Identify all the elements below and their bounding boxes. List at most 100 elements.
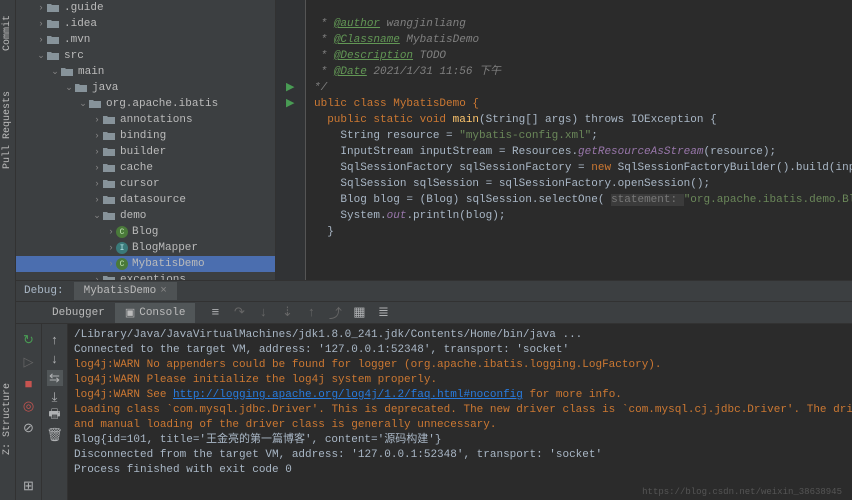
tree-item[interactable]: ›C MybatisDemo — [16, 256, 275, 272]
calc-icon[interactable]: ▦ — [351, 305, 367, 321]
tree-label: MybatisDemo — [132, 258, 205, 270]
tree-label: BlogMapper — [132, 242, 198, 254]
tree-item[interactable]: › binding — [16, 128, 275, 144]
debug-tabs: Debugger ▣ Console ≡ ↷ ↓ ⇣ ↑ ⤴ ▦ ≣ — [16, 302, 852, 324]
resume-icon[interactable]: ▷ — [21, 354, 37, 370]
tree-arrow-icon[interactable]: › — [92, 179, 102, 189]
package-icon — [102, 129, 116, 143]
tree-label: .guide — [64, 2, 104, 14]
tree-item[interactable]: ›.mvn — [16, 32, 275, 48]
run-method-icon[interactable]: ▶ — [286, 96, 294, 110]
package-icon — [102, 161, 116, 175]
tree-label: .idea — [64, 18, 97, 30]
tree-arrow-icon[interactable]: ⌄ — [36, 51, 46, 61]
tree-item[interactable]: ›builder — [16, 144, 275, 160]
tree-arrow-icon[interactable]: ⌄ — [64, 83, 74, 93]
project-tree[interactable]: ›.guide›.idea›.mvn⌄src⌄main⌄java⌄org.apa… — [16, 0, 276, 280]
stop-icon[interactable]: ■ — [21, 376, 37, 392]
tree-arrow-icon[interactable]: ⌄ — [78, 99, 88, 109]
tree-label: java — [92, 82, 118, 94]
folder-icon — [46, 1, 60, 15]
debug-run-tab[interactable]: MybatisDemo × — [74, 282, 177, 300]
mute-bp-icon[interactable]: ⊘ — [21, 420, 37, 436]
tree-item[interactable]: ⌄ java — [16, 80, 275, 96]
tree-item[interactable]: ›IBlogMapper — [16, 240, 275, 256]
editor-split: ›.guide›.idea›.mvn⌄src⌄main⌄java⌄org.apa… — [16, 0, 852, 280]
more-icon[interactable]: ≣ — [375, 305, 391, 321]
tree-label: binding — [120, 130, 166, 142]
tree-label: cursor — [120, 178, 160, 190]
tree-label: cache — [120, 162, 153, 174]
tree-arrow-icon[interactable]: › — [92, 163, 102, 173]
debug-body: ↻ ▷ ■ ◎ ⊘ ⊞ ↑ ↓ ⇆ ⤓ 🖶 🗑 /Library/Java/Ja… — [16, 324, 852, 500]
class-icon: C — [116, 226, 128, 238]
tree-arrow-icon[interactable]: › — [92, 147, 102, 157]
tree-arrow-icon[interactable]: › — [92, 195, 102, 205]
folder-icon — [46, 17, 60, 31]
tree-item[interactable]: › datasource — [16, 192, 275, 208]
breakpoints-icon[interactable]: ◎ — [21, 398, 37, 414]
scroll-end-icon[interactable]: ⤓ — [47, 389, 63, 405]
package-icon — [102, 193, 116, 207]
commit-tool-btn[interactable]: Commit — [0, 10, 15, 56]
tree-arrow-icon[interactable]: › — [36, 35, 46, 45]
package-icon — [102, 273, 116, 280]
run-class-icon[interactable]: ▶ — [286, 80, 294, 94]
pull-requests-tool-btn[interactable]: Pull Requests — [0, 86, 15, 174]
tree-item[interactable]: ›exceptions — [16, 272, 275, 280]
tree-arrow-icon[interactable]: › — [92, 131, 102, 141]
tree-item[interactable]: ⌄ org.apache.ibatis — [16, 96, 275, 112]
tree-label: demo — [120, 210, 146, 222]
up-stack-icon[interactable]: ↑ — [47, 332, 63, 348]
tree-item[interactable]: ⌄ src — [16, 48, 275, 64]
console-output[interactable]: /Library/Java/JavaVirtualMachines/jdk1.8… — [68, 324, 852, 500]
structure-tool-btn[interactable]: Z: Structure — [0, 378, 15, 460]
tree-arrow-icon[interactable]: › — [92, 115, 102, 125]
close-icon[interactable]: × — [160, 285, 167, 297]
step-out-icon[interactable]: ↓ — [255, 305, 271, 321]
soft-wrap-icon[interactable]: ⇆ — [47, 370, 63, 386]
step-over-icon[interactable]: ≡ — [207, 305, 223, 321]
log4j-link[interactable]: http://logging.apache.org/log4j/1.2/faq.… — [173, 389, 523, 401]
tree-arrow-icon[interactable]: › — [106, 259, 116, 269]
editor-content[interactable]: * @author wangjinliang * @Classname Myba… — [306, 0, 852, 280]
rerun-icon[interactable]: ↻ — [21, 332, 37, 348]
folder-icon — [46, 33, 60, 47]
tree-item[interactable]: ⌄main — [16, 64, 275, 80]
tab-console[interactable]: ▣ Console — [115, 303, 196, 323]
down-stack-icon[interactable]: ↓ — [47, 351, 63, 367]
tree-label: org.apache.ibatis — [106, 98, 218, 110]
tree-arrow-icon[interactable]: › — [36, 19, 46, 29]
editor-gutter: ▶ ▶ — [276, 0, 306, 280]
left-tool-gutter: Commit Pull Requests Z: Structure — [0, 0, 16, 500]
clear-icon[interactable]: 🗑 — [47, 427, 63, 443]
layout-icon[interactable]: ⊞ — [21, 478, 37, 494]
print-icon[interactable]: 🖶 — [47, 408, 63, 424]
code-editor[interactable]: ▶ ▶ * @author wangjinliang * @Classname … — [276, 0, 852, 280]
folder-icon — [60, 65, 74, 79]
tree-arrow-icon[interactable]: ⌄ — [50, 67, 60, 77]
main-area: ›.guide›.idea›.mvn⌄src⌄main⌄java⌄org.apa… — [16, 0, 852, 500]
tree-arrow-icon[interactable]: › — [36, 3, 46, 13]
tree-arrow-icon[interactable]: ⌄ — [92, 211, 102, 221]
run-to-cursor-icon[interactable]: ↑ — [303, 305, 319, 321]
tree-item[interactable]: ›CBlog — [16, 224, 275, 240]
evaluate-icon[interactable]: ⤴ — [327, 305, 343, 321]
step-into-icon[interactable]: ↷ — [231, 305, 247, 321]
tree-item[interactable]: › cache — [16, 160, 275, 176]
class-icon: C — [116, 258, 128, 270]
tree-item[interactable]: › .idea — [16, 16, 275, 32]
tree-arrow-icon[interactable]: › — [106, 243, 116, 253]
debug-label: Debug: — [24, 285, 64, 297]
tab-debugger[interactable]: Debugger — [42, 304, 115, 322]
console-icon: ▣ — [125, 306, 135, 320]
tree-arrow-icon[interactable]: › — [106, 227, 116, 237]
tree-label: annotations — [120, 114, 193, 126]
tree-item[interactable]: › cursor — [16, 176, 275, 192]
force-step-icon[interactable]: ⇣ — [279, 305, 295, 321]
tree-label: src — [64, 50, 84, 62]
tree-item[interactable]: › annotations — [16, 112, 275, 128]
tree-label: datasource — [120, 194, 186, 206]
tree-item[interactable]: ⌄ demo — [16, 208, 275, 224]
tree-item[interactable]: › .guide — [16, 0, 275, 16]
